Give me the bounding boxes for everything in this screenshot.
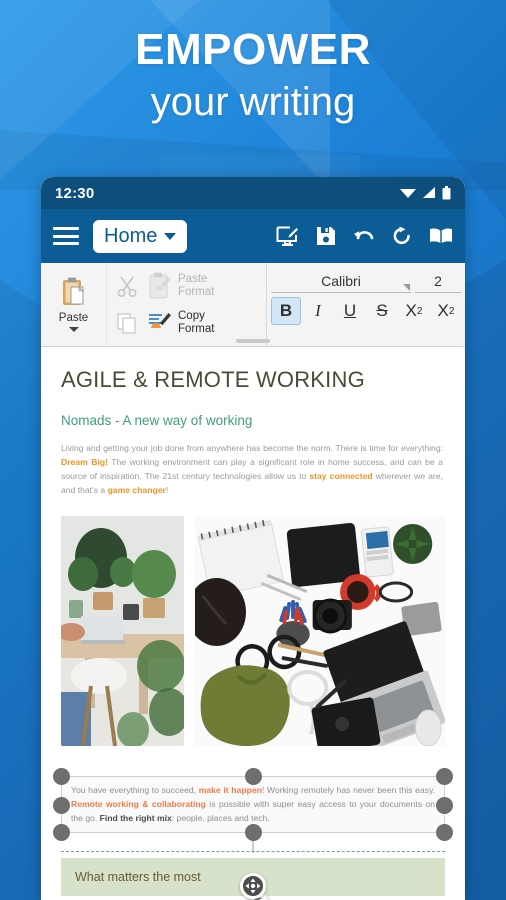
paste-format-icon <box>149 272 171 299</box>
read-mode-icon[interactable] <box>429 227 453 245</box>
strikethrough-button[interactable]: S <box>367 297 397 325</box>
wifi-icon <box>400 189 416 198</box>
highlight-remote-working: Remote working & collaborating <box>71 798 206 809</box>
image-flat-lay-gadgets[interactable] <box>195 515 445 746</box>
paragraph-text: Living and getting your job done from an… <box>61 443 443 453</box>
italic-button[interactable]: I <box>303 297 333 325</box>
scissors-icon <box>117 276 137 297</box>
paste-button[interactable]: Paste <box>41 263 107 346</box>
highlight-make-it-happen: make it happen <box>198 784 262 795</box>
underline-button[interactable]: U <box>335 297 365 325</box>
selection-handle-bottom-right[interactable] <box>436 824 453 842</box>
paragraph-text: : people, places and tech. <box>171 812 270 823</box>
app-bar-actions <box>276 226 453 247</box>
move-handle-icon[interactable] <box>240 873 266 900</box>
hamburger-menu-icon[interactable] <box>53 227 79 245</box>
save-icon[interactable] <box>316 226 336 246</box>
copy-button[interactable] <box>107 312 147 334</box>
chevron-down-icon <box>164 232 177 240</box>
copy-format-button[interactable]: Copy Format <box>147 309 266 337</box>
font-group: Calibri 2 B I U S X2 X2 <box>267 263 465 346</box>
formatting-ribbon: Paste Paste Format Copy Format Calibri 2… <box>41 263 465 347</box>
highlight-game-changer: game changer <box>107 484 166 495</box>
copy-icon <box>117 313 136 334</box>
status-bar-icons <box>400 186 451 200</box>
subscript-button[interactable]: X2 <box>399 297 429 325</box>
paragraph-text: ! <box>165 484 169 495</box>
document-paragraph-1: Living and getting your job done from an… <box>57 428 449 498</box>
bold-button[interactable]: B <box>271 297 301 325</box>
selection-handle-top-right[interactable] <box>436 767 453 785</box>
tab-home[interactable]: Home <box>93 219 188 253</box>
selection-handle-bottom-center[interactable] <box>245 824 262 842</box>
font-name-value: Calibri <box>321 272 361 289</box>
document-heading-2: Nomads - A new way of working <box>61 413 253 428</box>
app-bar: Home <box>41 209 465 263</box>
lower-content-block[interactable]: What matters the most <box>61 825 445 900</box>
selection-handle-middle-right[interactable] <box>436 796 453 814</box>
font-row: Calibri 2 <box>267 269 465 293</box>
paste-format-label: Paste Format <box>178 272 215 298</box>
cut-button[interactable] <box>107 275 147 297</box>
bold-find-the-right-mix: Find the right mix <box>99 812 172 823</box>
selection-handle-middle-left[interactable] <box>53 796 70 814</box>
image-plants-desk[interactable] <box>61 515 184 746</box>
font-size-field[interactable]: 2 <box>415 269 461 293</box>
tab-home-label: Home <box>104 224 158 247</box>
promo-headline: EMPOWER your writing <box>0 28 506 128</box>
paragraph-text: ! Working remotely has never been this e… <box>261 784 436 795</box>
highlight-stay-connected: stay connected <box>309 470 373 481</box>
font-size-value: 2 <box>434 272 442 289</box>
document-canvas[interactable]: AGILE & REMOTE WORKING Nomads - A new wa… <box>41 347 465 900</box>
battery-icon <box>442 186 451 200</box>
promo-headline-secondary: your writing <box>150 80 356 124</box>
promo-headline-primary: EMPOWER <box>135 25 371 74</box>
selection-handle-top-center[interactable] <box>245 767 262 785</box>
document-image-collage[interactable] <box>61 515 445 900</box>
selected-paragraph-block[interactable]: You have everything to succeed, make it … <box>53 767 453 842</box>
ribbon-resize-grip[interactable] <box>236 339 270 343</box>
document-heading-1: AGILE & REMOTE WORKING <box>61 367 365 392</box>
redo-icon[interactable] <box>392 226 412 246</box>
paste-icon <box>62 277 84 305</box>
green-heading-text: What matters the most <box>75 870 201 885</box>
font-name-field[interactable]: Calibri <box>271 269 411 293</box>
copy-format-icon <box>149 313 171 329</box>
paste-dropdown-caret-icon[interactable] <box>68 327 79 332</box>
status-bar: 12:30 <box>41 177 465 209</box>
selection-handle-top-left[interactable] <box>53 767 70 785</box>
selection-handle-bottom-left[interactable] <box>53 824 70 842</box>
paste-button-label: Paste <box>58 312 89 324</box>
highlight-dream-big: Dream Big! <box>61 456 108 467</box>
text-format-buttons: B I U S X2 X2 <box>267 293 465 325</box>
edit-mode-icon[interactable] <box>276 226 299 247</box>
font-name-dropdown-icon <box>403 284 410 291</box>
paragraph-text: You have everything to succeed, <box>71 784 199 795</box>
status-bar-clock: 12:30 <box>55 184 95 202</box>
signal-icon <box>423 187 435 198</box>
phone-mockup: 12:30 Home Paste Paste Format Copy Forma… <box>41 177 465 900</box>
paste-format-button[interactable]: Paste Format <box>147 272 266 300</box>
clipboard-group: Paste Format Copy Format <box>107 263 267 346</box>
undo-icon[interactable] <box>353 227 375 245</box>
superscript-button[interactable]: X2 <box>431 297 461 325</box>
copy-format-label: Copy Format <box>178 310 215 336</box>
